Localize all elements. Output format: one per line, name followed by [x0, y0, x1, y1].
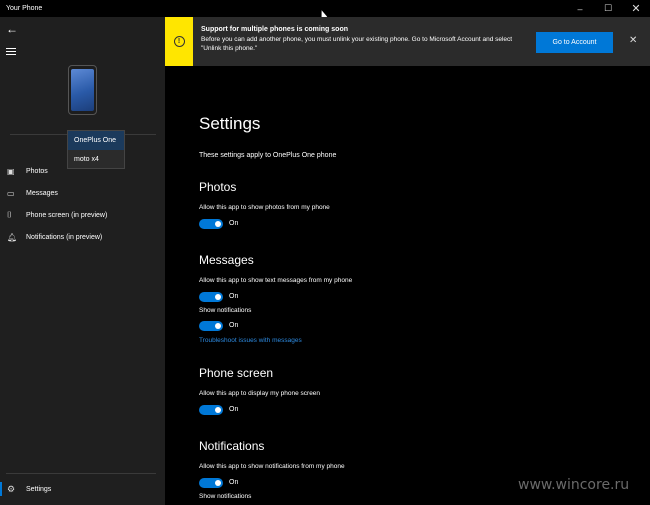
phone-screen-allow-state: On	[229, 406, 239, 413]
page-title: Settings	[199, 114, 261, 133]
section-heading-phone-screen: Phone screen	[199, 366, 274, 380]
phone-screen-allow-label: Allow this app to display my phone scree…	[199, 390, 321, 397]
section-heading-notifications: Notifications	[199, 439, 265, 453]
settings-page: Settings These settings apply to OnePlus…	[165, 66, 650, 505]
messages-notif-toggle[interactable]	[199, 321, 223, 331]
messages-allow-label: Allow this app to show text messages fro…	[199, 277, 353, 284]
back-arrow-icon[interactable]: ←	[6, 22, 18, 36]
device-option-oneplus[interactable]: OnePlus One	[68, 131, 124, 150]
watermark: www.wincore.ru	[518, 477, 630, 493]
go-to-account-button[interactable]: Go to Account	[536, 32, 613, 53]
gear-icon: ⚙	[7, 483, 16, 494]
sidebar-bottom-divider	[6, 473, 156, 474]
section-heading-messages: Messages	[199, 253, 254, 267]
sidebar-item-label: Settings	[26, 485, 52, 493]
messages-allow-toggle[interactable]	[199, 292, 223, 302]
photos-allow-label: Allow this app to show photos from my ph…	[199, 204, 330, 211]
info-banner: ! Support for multiple phones is coming …	[165, 17, 650, 66]
bell-icon: 🔔︎	[7, 232, 18, 242]
sidebar-item-phone-screen[interactable]: ⌷ Phone screen (in preview)	[0, 204, 165, 226]
sidebar-item-notifications[interactable]: 🔔︎ Notifications (in preview)	[0, 226, 165, 248]
sidebar-item-label: Notifications (in preview)	[26, 233, 103, 241]
device-option-moto[interactable]: moto x4	[68, 150, 124, 169]
messages-notif-state: On	[229, 322, 239, 329]
sidebar-item-label: Messages	[26, 189, 58, 197]
sidebar-item-label: Phone screen (in preview)	[26, 211, 108, 219]
sidebar: ← OnePlus One moto x4 ▣ Photos ▭ Message…	[0, 17, 165, 505]
photos-allow-state: On	[229, 220, 239, 227]
sidebar-item-messages[interactable]: ▭ Messages	[0, 182, 165, 204]
photos-allow-toggle[interactable]	[199, 219, 223, 229]
sidebar-item-label: Photos	[26, 167, 48, 175]
notifications-notif-label: Show notifications	[199, 493, 252, 500]
hamburger-icon[interactable]	[6, 48, 16, 56]
section-heading-photos: Photos	[199, 180, 237, 194]
device-dropdown[interactable]: OnePlus One moto x4	[67, 130, 125, 169]
sidebar-item-settings[interactable]: ⚙ Settings	[0, 478, 165, 500]
banner-body: Before you can add another phone, you mu…	[201, 36, 513, 52]
notifications-allow-label: Allow this app to show notifications fro…	[199, 463, 345, 470]
banner-message: Support for multiple phones is coming so…	[193, 17, 523, 66]
page-subtitle: These settings apply to OnePlus One phon…	[199, 152, 337, 159]
messages-allow-state: On	[229, 293, 239, 300]
window-title: Your Phone	[6, 5, 43, 12]
sidebar-nav: ▣ Photos ▭ Messages ⌷ Phone screen (in p…	[0, 160, 165, 248]
messages-notif-label: Show notifications	[199, 307, 252, 314]
banner-title: Support for multiple phones is coming so…	[201, 26, 348, 33]
warning-icon: !	[173, 36, 185, 47]
minimize-button[interactable]: –	[566, 0, 594, 17]
phone-screen-allow-toggle[interactable]	[199, 405, 223, 415]
photos-icon: ▣	[7, 166, 15, 176]
phone-screen-icon: ⌷	[7, 210, 12, 219]
notifications-allow-toggle[interactable]	[199, 478, 223, 488]
maximize-button[interactable]: ☐	[594, 0, 622, 17]
notifications-allow-state: On	[229, 479, 239, 486]
selected-indicator	[0, 482, 2, 496]
dismiss-banner-icon[interactable]: ✕	[629, 35, 637, 46]
troubleshoot-messages-link[interactable]: Troubleshoot issues with messages	[199, 337, 302, 344]
phone-image[interactable]	[68, 65, 97, 115]
warning-strip: !	[165, 17, 193, 66]
close-window-button[interactable]: ✕	[622, 0, 650, 17]
messages-icon: ▭	[7, 188, 15, 198]
